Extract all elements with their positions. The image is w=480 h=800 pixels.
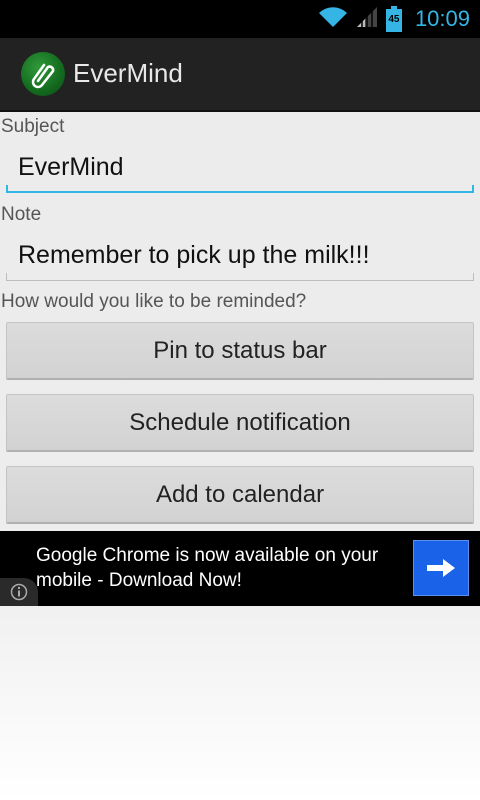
schedule-notification-button[interactable]: Schedule notification [6,394,474,452]
arrow-right-icon[interactable] [413,540,469,596]
reminder-prompt: How would you like to be reminded? [1,291,307,312]
note-input[interactable] [6,235,474,275]
note-field-frame [6,235,474,281]
subject-underline-right-tick [472,185,474,193]
action-bar: EverMind [0,38,480,112]
note-underline [6,280,474,281]
clock: 10:09 [414,6,470,31]
wifi-icon [317,5,349,34]
add-to-calendar-button[interactable]: Add to calendar [6,466,474,524]
subject-field-frame [6,147,474,193]
note-underline-right-tick [473,273,474,281]
ad-text[interactable]: Google Chrome is now available on your m… [36,543,406,593]
signal-icon [355,4,379,34]
subject-underline-left-tick [6,185,8,193]
subject-underline [6,191,474,193]
pin-to-status-bar-button[interactable]: Pin to status bar [6,322,474,380]
battery-icon: 45 [385,6,403,32]
status-bar: 45 10:09 [0,0,480,38]
subject-input[interactable] [6,147,474,187]
ad-banner[interactable]: Google Chrome is now available on your m… [0,531,480,606]
paperclip-icon[interactable] [21,52,65,96]
note-underline-left-tick [6,273,7,281]
app-title: EverMind [73,58,183,88]
subject-label: Subject [1,116,65,137]
battery-level: 45 [388,14,400,25]
info-icon[interactable] [0,578,38,606]
status-icons: 45 10:09 [317,0,470,38]
note-label: Note [1,204,42,225]
